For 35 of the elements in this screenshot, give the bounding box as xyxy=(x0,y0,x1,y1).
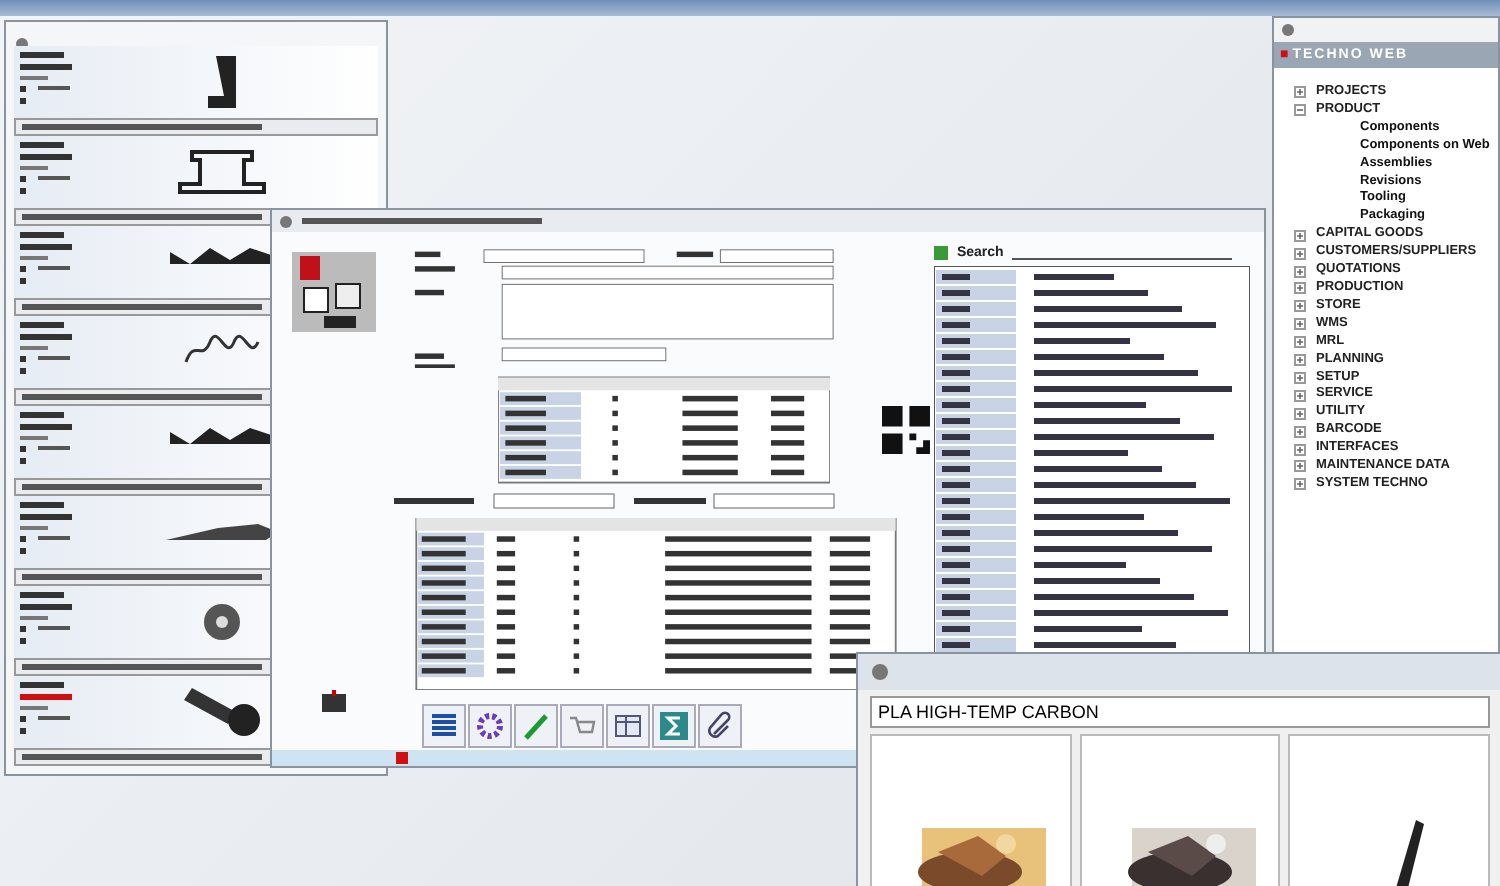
box-icon xyxy=(319,690,348,714)
part-drawing xyxy=(1395,820,1424,886)
settings-icon[interactable] xyxy=(468,704,513,748)
expand-icon[interactable] xyxy=(1294,371,1306,384)
app-icon xyxy=(870,662,890,682)
expand-icon[interactable] xyxy=(1294,300,1306,313)
expand-icon[interactable] xyxy=(1294,318,1306,331)
expand-icon[interactable] xyxy=(1294,336,1306,349)
expand-icon[interactable] xyxy=(1294,460,1306,473)
collapse-icon[interactable] xyxy=(1294,104,1306,117)
cart-icon[interactable] xyxy=(560,704,605,748)
expand-icon[interactable] xyxy=(1294,247,1306,260)
list-icon[interactable] xyxy=(422,704,467,748)
expand-icon[interactable] xyxy=(1294,425,1306,438)
expand-icon[interactable] xyxy=(1294,86,1306,99)
expand-icon[interactable] xyxy=(1294,407,1306,420)
fitting-drawing xyxy=(178,150,266,194)
material-field[interactable]: PLA HIGH-TEMP CARBON xyxy=(870,696,1490,728)
bolt-drawing xyxy=(184,688,260,736)
expand-icon[interactable] xyxy=(1294,265,1306,278)
expand-icon[interactable] xyxy=(1294,478,1306,491)
expand-icon[interactable] xyxy=(1294,354,1306,367)
paperclip-icon[interactable] xyxy=(698,704,743,748)
sigma-icon[interactable] xyxy=(652,704,697,748)
expand-icon[interactable] xyxy=(1294,443,1306,456)
qr-code-icon xyxy=(882,404,931,456)
app-icon xyxy=(1280,22,1296,38)
bracket-drawing xyxy=(208,56,236,108)
table-icon[interactable] xyxy=(606,704,651,748)
expand-icon[interactable] xyxy=(1294,229,1306,242)
expand-icon[interactable] xyxy=(1294,389,1306,402)
app-icon xyxy=(278,213,294,229)
expand-icon[interactable] xyxy=(1294,282,1306,295)
pencil-icon[interactable] xyxy=(514,704,559,748)
nut-drawing xyxy=(204,604,240,640)
